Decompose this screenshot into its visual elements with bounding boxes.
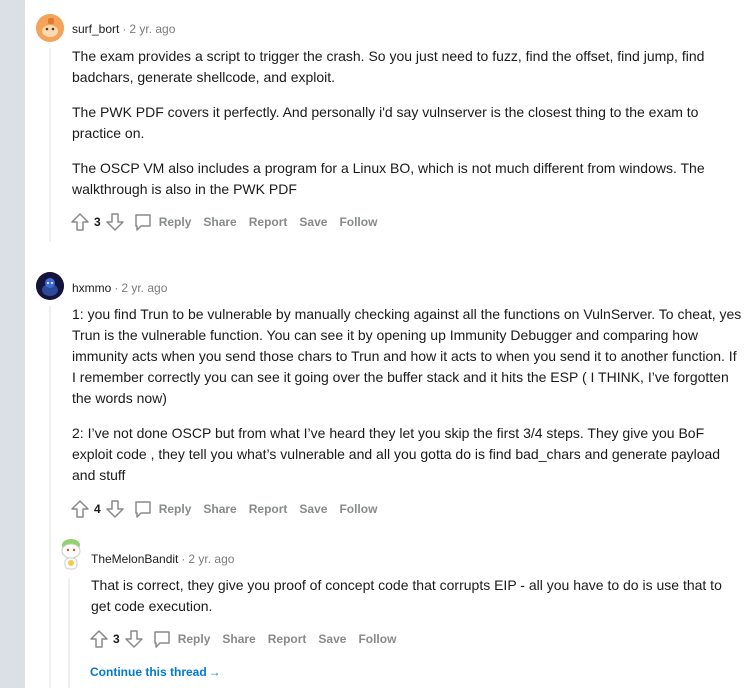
comment-actions: 3 Reply Share Report Save Follow: [70, 210, 377, 234]
snoo-avatar-icon: [61, 539, 81, 570]
continue-thread-label: Continue this thread: [90, 665, 207, 679]
share-button[interactable]: Share: [203, 502, 236, 516]
comment-meta: TheMelonBandit · 2 yr. ago: [91, 551, 234, 567]
comment-actions: 3 Reply Share Report Save Follow: [89, 627, 396, 651]
snoo-avatar-icon: [36, 272, 64, 300]
meta-separator: ·: [181, 552, 186, 566]
downvote-icon[interactable]: [124, 629, 144, 649]
thread-line[interactable]: [68, 578, 70, 688]
author-name[interactable]: TheMelonBandit: [91, 552, 178, 566]
save-button[interactable]: Save: [299, 215, 327, 229]
meta-separator: ·: [122, 22, 127, 36]
comment-body: 1: you find Trun to be vulnerable by man…: [72, 304, 744, 500]
report-button[interactable]: Report: [249, 502, 288, 516]
comment-paragraph: The OSCP VM also includes a program for …: [72, 160, 705, 197]
reply-button[interactable]: Reply: [133, 499, 192, 519]
comment-paragraph: 2: I’ve not done OSCP but from what I’ve…: [72, 425, 721, 483]
snoo-avatar-icon: [36, 14, 64, 42]
meta-separator: ·: [114, 281, 119, 295]
follow-button[interactable]: Follow: [339, 502, 377, 516]
follow-button[interactable]: Follow: [358, 632, 396, 646]
vote-count: 3: [113, 632, 120, 646]
comment-body: The exam provides a script to trigger th…: [72, 46, 744, 214]
reply-button[interactable]: Reply: [152, 629, 211, 649]
thread-line[interactable]: [49, 48, 51, 242]
continue-thread-link[interactable]: Continue this thread →: [90, 665, 221, 679]
share-button[interactable]: Share: [222, 632, 255, 646]
downvote-icon[interactable]: [105, 212, 125, 232]
comment-paragraph: The PWK PDF covers it perfectly. And per…: [72, 104, 699, 141]
reply-button[interactable]: Reply: [133, 212, 192, 232]
comment-paragraph: 1: you find Trun to be vulnerable by man…: [72, 306, 742, 406]
comment-bubble-icon: [133, 212, 153, 232]
follow-button[interactable]: Follow: [339, 215, 377, 229]
comments-panel: surf_bort · 2 yr. ago The exam provides a …: [25, 0, 754, 688]
comment-paragraph: The exam provides a script to trigger th…: [72, 48, 705, 85]
reply-label: Reply: [158, 502, 192, 516]
author-name[interactable]: hxmmo: [72, 281, 111, 295]
timestamp[interactable]: 2 yr. ago: [188, 552, 234, 566]
comment-paragraph: That is correct, they give you proof of …: [91, 577, 722, 614]
comment-actions: 4 Reply Share Report Save Follow: [70, 497, 377, 521]
upvote-icon[interactable]: [70, 212, 90, 232]
avatar[interactable]: [56, 537, 86, 573]
comment-bubble-icon: [133, 499, 153, 519]
author-name[interactable]: surf_bort: [72, 22, 119, 36]
arrow-right-icon: →: [208, 665, 221, 679]
share-button[interactable]: Share: [203, 215, 236, 229]
comment-meta: hxmmo · 2 yr. ago: [72, 280, 167, 296]
timestamp[interactable]: 2 yr. ago: [121, 281, 167, 295]
vote-count: 3: [94, 215, 101, 229]
reply-label: Reply: [177, 632, 211, 646]
comment-meta: surf_bort · 2 yr. ago: [72, 21, 175, 37]
avatar[interactable]: [36, 272, 64, 300]
save-button[interactable]: Save: [299, 502, 327, 516]
timestamp[interactable]: 2 yr. ago: [129, 22, 175, 36]
comment-body: That is correct, they give you proof of …: [91, 575, 741, 631]
reply-label: Reply: [158, 215, 192, 229]
comment-bubble-icon: [152, 629, 172, 649]
save-button[interactable]: Save: [318, 632, 346, 646]
vote-count: 4: [94, 502, 101, 516]
downvote-icon[interactable]: [105, 499, 125, 519]
upvote-icon[interactable]: [70, 499, 90, 519]
report-button[interactable]: Report: [268, 632, 307, 646]
avatar[interactable]: [36, 14, 64, 42]
upvote-icon[interactable]: [89, 629, 109, 649]
thread-line[interactable]: [49, 306, 51, 688]
report-button[interactable]: Report: [249, 215, 288, 229]
